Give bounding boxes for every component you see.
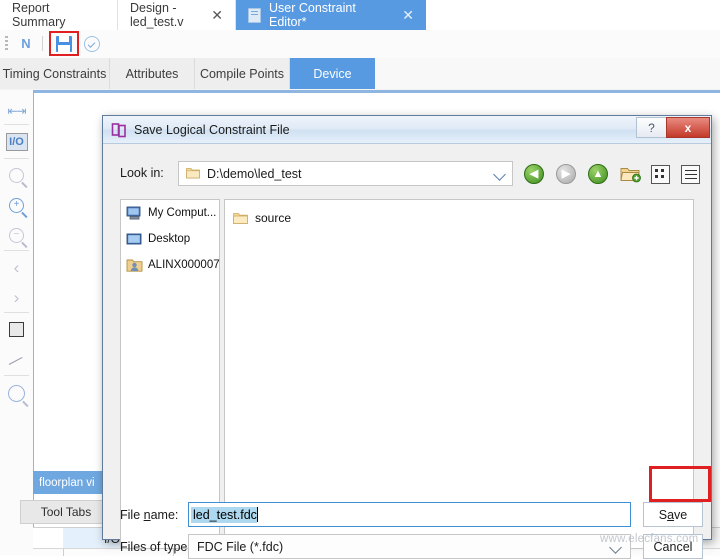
lookin-value: D:\demo\led_test (207, 167, 302, 181)
editor-tab-filler (375, 58, 720, 89)
rail-separator (4, 375, 29, 376)
save-file-dialog: Save Logical Constraint File ? x Look in… (102, 115, 712, 559)
desktop-icon (126, 232, 143, 247)
rail-separator (4, 158, 29, 159)
toolbar-grip[interactable] (5, 36, 8, 52)
lookin-label: Look in: (120, 166, 164, 180)
user-folder-icon (126, 258, 143, 273)
rail-separator (4, 250, 29, 251)
tab-design-led-test[interactable]: Design - led_test.v ✕ (118, 0, 236, 30)
close-icon[interactable]: ✕ (396, 8, 414, 22)
icon-view-button[interactable] (647, 161, 673, 187)
rail-separator (4, 312, 29, 313)
panel-tab-label: floorplan vi (39, 476, 95, 489)
file-name-value: led_test.fdc (191, 506, 257, 523)
check-circle-icon[interactable] (84, 36, 100, 52)
io-ports-icon[interactable]: I/O (0, 127, 33, 157)
tab-attributes[interactable]: Attributes (110, 58, 195, 89)
dialog-body: Look in: D:\demo\led_test ◀ ▶ ▲ My Compu… (103, 144, 711, 559)
zoom-select-icon[interactable] (0, 160, 33, 190)
main-tab-strip: Report Summary Design - led_test.v ✕ Use… (0, 0, 720, 31)
tab-label: Compile Points (199, 66, 285, 81)
parent-folder-button[interactable]: ▲ (585, 161, 611, 187)
panel-tab-floorplan-view[interactable]: floorplan vi (33, 471, 109, 494)
select-rectangle-icon[interactable] (0, 314, 33, 344)
file-name-input[interactable]: led_test.fdc (188, 502, 631, 527)
file-name: source (255, 211, 292, 225)
close-icon[interactable]: x (666, 117, 710, 138)
file-name-label: File name: (120, 508, 179, 522)
tab-label: Timing Constraints (2, 66, 107, 81)
tab-label: Attributes (125, 66, 179, 81)
panel-tab-tool-tabs[interactable]: Tool Tabs (20, 500, 112, 524)
tab-strip-filler (426, 0, 720, 30)
window-controls: ? x (636, 117, 710, 139)
panel-tab-label: Tool Tabs (40, 505, 92, 519)
place-label: My Comput... (148, 207, 217, 219)
zoom-out-icon[interactable]: − (0, 220, 33, 250)
dialog-title-bar[interactable]: Save Logical Constraint File ? x (103, 116, 711, 144)
computer-icon (126, 206, 143, 221)
rail-separator (4, 124, 29, 125)
forward-button[interactable]: ▶ (553, 161, 579, 187)
save-button-highlight (49, 31, 79, 56)
list-item[interactable]: source (225, 206, 693, 230)
tab-device[interactable]: Device (290, 58, 375, 89)
file-type-dropdown[interactable]: FDC File (*.fdc) (188, 534, 631, 559)
forward-chevron-icon[interactable]: › (0, 283, 33, 313)
new-constraint-icon[interactable]: N (17, 36, 35, 52)
place-user-folder[interactable]: ALINX000007 (121, 252, 220, 278)
tab-label: Device (313, 66, 352, 81)
detail-view-button[interactable] (677, 161, 703, 187)
icon-toolbar: N (0, 30, 720, 59)
toolbar-separator (42, 36, 43, 51)
folder-icon (186, 167, 200, 179)
tab-report-summary[interactable]: Report Summary (0, 0, 118, 30)
save-button-highlight (649, 466, 711, 502)
lookin-dropdown[interactable]: D:\demo\led_test (178, 161, 513, 186)
place-label: ALINX000007 (148, 259, 220, 271)
back-chevron-icon[interactable]: ‹ (0, 253, 33, 283)
tab-timing-constraints[interactable]: Timing Constraints (0, 58, 110, 89)
back-button[interactable]: ◀ (521, 161, 547, 187)
file-list[interactable]: source (224, 199, 694, 549)
tab-user-constraint-editor[interactable]: User Constraint Editor* ✕ (236, 0, 426, 30)
tab-compile-points[interactable]: Compile Points (195, 58, 290, 89)
place-label: Desktop (148, 233, 191, 245)
folder-icon (233, 212, 248, 225)
tab-label: User Constraint Editor* (269, 1, 356, 29)
file-type-label: Files of type: (120, 540, 191, 554)
measure-icon[interactable] (0, 345, 33, 375)
canvas-top-border (34, 90, 720, 93)
close-icon[interactable]: ✕ (205, 8, 223, 22)
zoom-in-icon[interactable]: + (0, 190, 33, 220)
search-icon[interactable] (0, 378, 33, 408)
tab-label: Report Summary (12, 1, 66, 29)
chevron-down-icon[interactable] (493, 168, 506, 181)
tab-label: Design - led_test.v (130, 1, 184, 29)
places-sidebar: My Comput... Desktop ALINX000007 (120, 199, 220, 549)
watermark: www.elecfans.com (600, 533, 699, 545)
fit-width-icon[interactable]: ⇤⇥ (0, 96, 33, 126)
io-table-corner-cell (33, 528, 64, 549)
file-type-value: FDC File (*.fdc) (197, 540, 284, 554)
dialog-nav-toolbar: ◀ ▶ ▲ (521, 161, 703, 187)
dialog-title: Save Logical Constraint File (134, 122, 290, 137)
editor-tab-row: Timing Constraints Attributes Compile Po… (0, 58, 720, 91)
document-icon (248, 7, 262, 23)
text-cursor (256, 507, 258, 522)
app-logo-icon (111, 122, 127, 138)
left-tool-rail: ⇤⇥ I/O + − ‹ › (0, 90, 34, 555)
save-button[interactable]: Sa ve (643, 502, 703, 527)
help-button[interactable]: ? (636, 117, 666, 138)
place-my-computer[interactable]: My Comput... (121, 200, 219, 226)
new-folder-button[interactable] (617, 161, 643, 187)
place-desktop[interactable]: Desktop (121, 226, 219, 252)
